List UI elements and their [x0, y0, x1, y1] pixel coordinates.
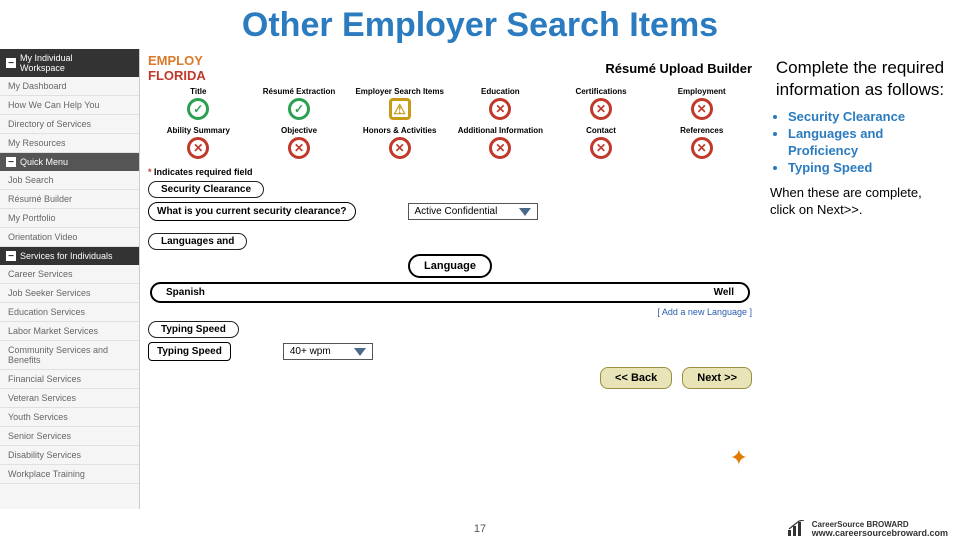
back-button[interactable]: << Back: [600, 367, 672, 389]
sidebar-item-workplace[interactable]: Workplace Training: [0, 465, 139, 484]
x-icon: ✕: [590, 137, 612, 159]
bullet-security: Security Clearance: [788, 109, 950, 126]
sidebar-item-disability[interactable]: Disability Services: [0, 446, 139, 465]
security-clearance-header: Security Clearance: [148, 181, 264, 198]
instruction-intro: Complete the required information as fol…: [770, 57, 950, 101]
sidebar-item-portfolio[interactable]: My Portfolio: [0, 209, 139, 228]
x-icon: ✕: [590, 98, 612, 120]
wizard-steps-row2: Ability Summary Objective Honors & Activ…: [148, 126, 752, 135]
sidebar-item-youth[interactable]: Youth Services: [0, 408, 139, 427]
sidebar-item-dashboard[interactable]: My Dashboard: [0, 77, 139, 96]
step-ability[interactable]: Ability Summary: [148, 126, 249, 135]
employ-florida-logo: EMPLOYFLORIDA: [148, 53, 206, 83]
step-honors[interactable]: Honors & Activities: [349, 126, 450, 135]
language-subheader: Language: [408, 254, 492, 278]
x-icon: ✕: [288, 137, 310, 159]
main-panel: EMPLOYFLORIDA Résumé Upload Builder Titl…: [140, 49, 760, 509]
security-clearance-question: What is you current security clearance?: [148, 202, 356, 221]
sidebar-item-orientation[interactable]: Orientation Video: [0, 228, 139, 247]
languages-header: Languages and: [148, 233, 247, 250]
warning-icon: ⚠: [389, 98, 411, 120]
language-row: Spanish Well: [150, 282, 750, 303]
step-certifications[interactable]: Certifications: [551, 87, 652, 96]
typing-speed-select[interactable]: 40+ wpm: [283, 343, 373, 360]
sidebar-item-labor[interactable]: Labor Market Services: [0, 322, 139, 341]
x-icon: ✕: [691, 137, 713, 159]
sidebar-item-veteran[interactable]: Veteran Services: [0, 389, 139, 408]
sidebar-header-services: − Services for Individuals: [0, 247, 139, 265]
chevron-down-icon: [519, 208, 531, 216]
typing-speed-header: Typing Speed: [148, 321, 239, 338]
step-extraction[interactable]: Résumé Extraction: [249, 87, 350, 96]
sidebar-header-workspace: − My IndividualWorkspace: [0, 49, 139, 77]
bullet-languages: Languages and Proficiency: [788, 126, 950, 160]
sidebar-item-community[interactable]: Community Services and Benefits: [0, 341, 139, 370]
bullet-typing: Typing Speed: [788, 160, 950, 177]
language-proficiency: Well: [714, 287, 734, 298]
step-references[interactable]: References: [651, 126, 752, 135]
annotation-panel: Complete the required information as fol…: [760, 49, 960, 509]
wizard-steps-row1: Title Résumé Extraction Employer Search …: [148, 87, 752, 96]
sidebar-item-resume[interactable]: Résumé Builder: [0, 190, 139, 209]
sidebar-item-jobsearch[interactable]: Job Search: [0, 171, 139, 190]
check-icon: ✓: [187, 98, 209, 120]
sidebar-item-career[interactable]: Career Services: [0, 265, 139, 284]
x-icon: ✕: [489, 137, 511, 159]
sidebar-item-resources[interactable]: My Resources: [0, 134, 139, 153]
sidebar-item-financial[interactable]: Financial Services: [0, 370, 139, 389]
collapse-icon[interactable]: −: [6, 58, 16, 68]
slide-title: Other Employer Search Items: [0, 0, 960, 49]
x-icon: ✕: [489, 98, 511, 120]
next-button[interactable]: Next >>: [682, 367, 752, 389]
security-clearance-select[interactable]: Active Confidential: [408, 203, 538, 220]
collapse-icon[interactable]: −: [6, 157, 16, 167]
builder-title: Résumé Upload Builder: [605, 61, 752, 76]
sidebar: − My IndividualWorkspace My Dashboard Ho…: [0, 49, 140, 509]
sidebar-item-directory[interactable]: Directory of Services: [0, 115, 139, 134]
sidebar-item-senior[interactable]: Senior Services: [0, 427, 139, 446]
broward-logo-icon: [786, 520, 808, 538]
step-employment[interactable]: Employment: [651, 87, 752, 96]
required-note: * Indicates required field: [148, 167, 752, 177]
step-employer-search[interactable]: Employer Search Items: [349, 87, 450, 96]
attention-arrow-icon: ✦: [730, 445, 748, 471]
sidebar-item-jobseeker[interactable]: Job Seeker Services: [0, 284, 139, 303]
step-contact[interactable]: Contact: [551, 126, 652, 135]
x-icon: ✕: [389, 137, 411, 159]
x-icon: ✕: [187, 137, 209, 159]
step-title[interactable]: Title: [148, 87, 249, 96]
check-icon: ✓: [288, 98, 310, 120]
x-icon: ✕: [691, 98, 713, 120]
step-additional[interactable]: Additional Information: [450, 126, 551, 135]
add-language-link[interactable]: [ Add a new Language ]: [148, 307, 752, 317]
careersource-broward-logo: CareerSource BROWARD www.careersourcebro…: [786, 520, 948, 538]
language-name: Spanish: [166, 287, 205, 298]
sidebar-item-help[interactable]: How We Can Help You: [0, 96, 139, 115]
typing-speed-label: Typing Speed: [148, 342, 231, 361]
page-number: 17: [474, 523, 486, 535]
step-objective[interactable]: Objective: [249, 126, 350, 135]
sidebar-item-education[interactable]: Education Services: [0, 303, 139, 322]
slide-footer: 17 CareerSource BROWARD www.careersource…: [0, 520, 960, 538]
instruction-next: When these are complete, click on Next>>…: [770, 185, 950, 219]
collapse-icon[interactable]: −: [6, 251, 16, 261]
step-education[interactable]: Education: [450, 87, 551, 96]
sidebar-header-quickmenu: − Quick Menu: [0, 153, 139, 171]
chevron-down-icon: [354, 348, 366, 356]
